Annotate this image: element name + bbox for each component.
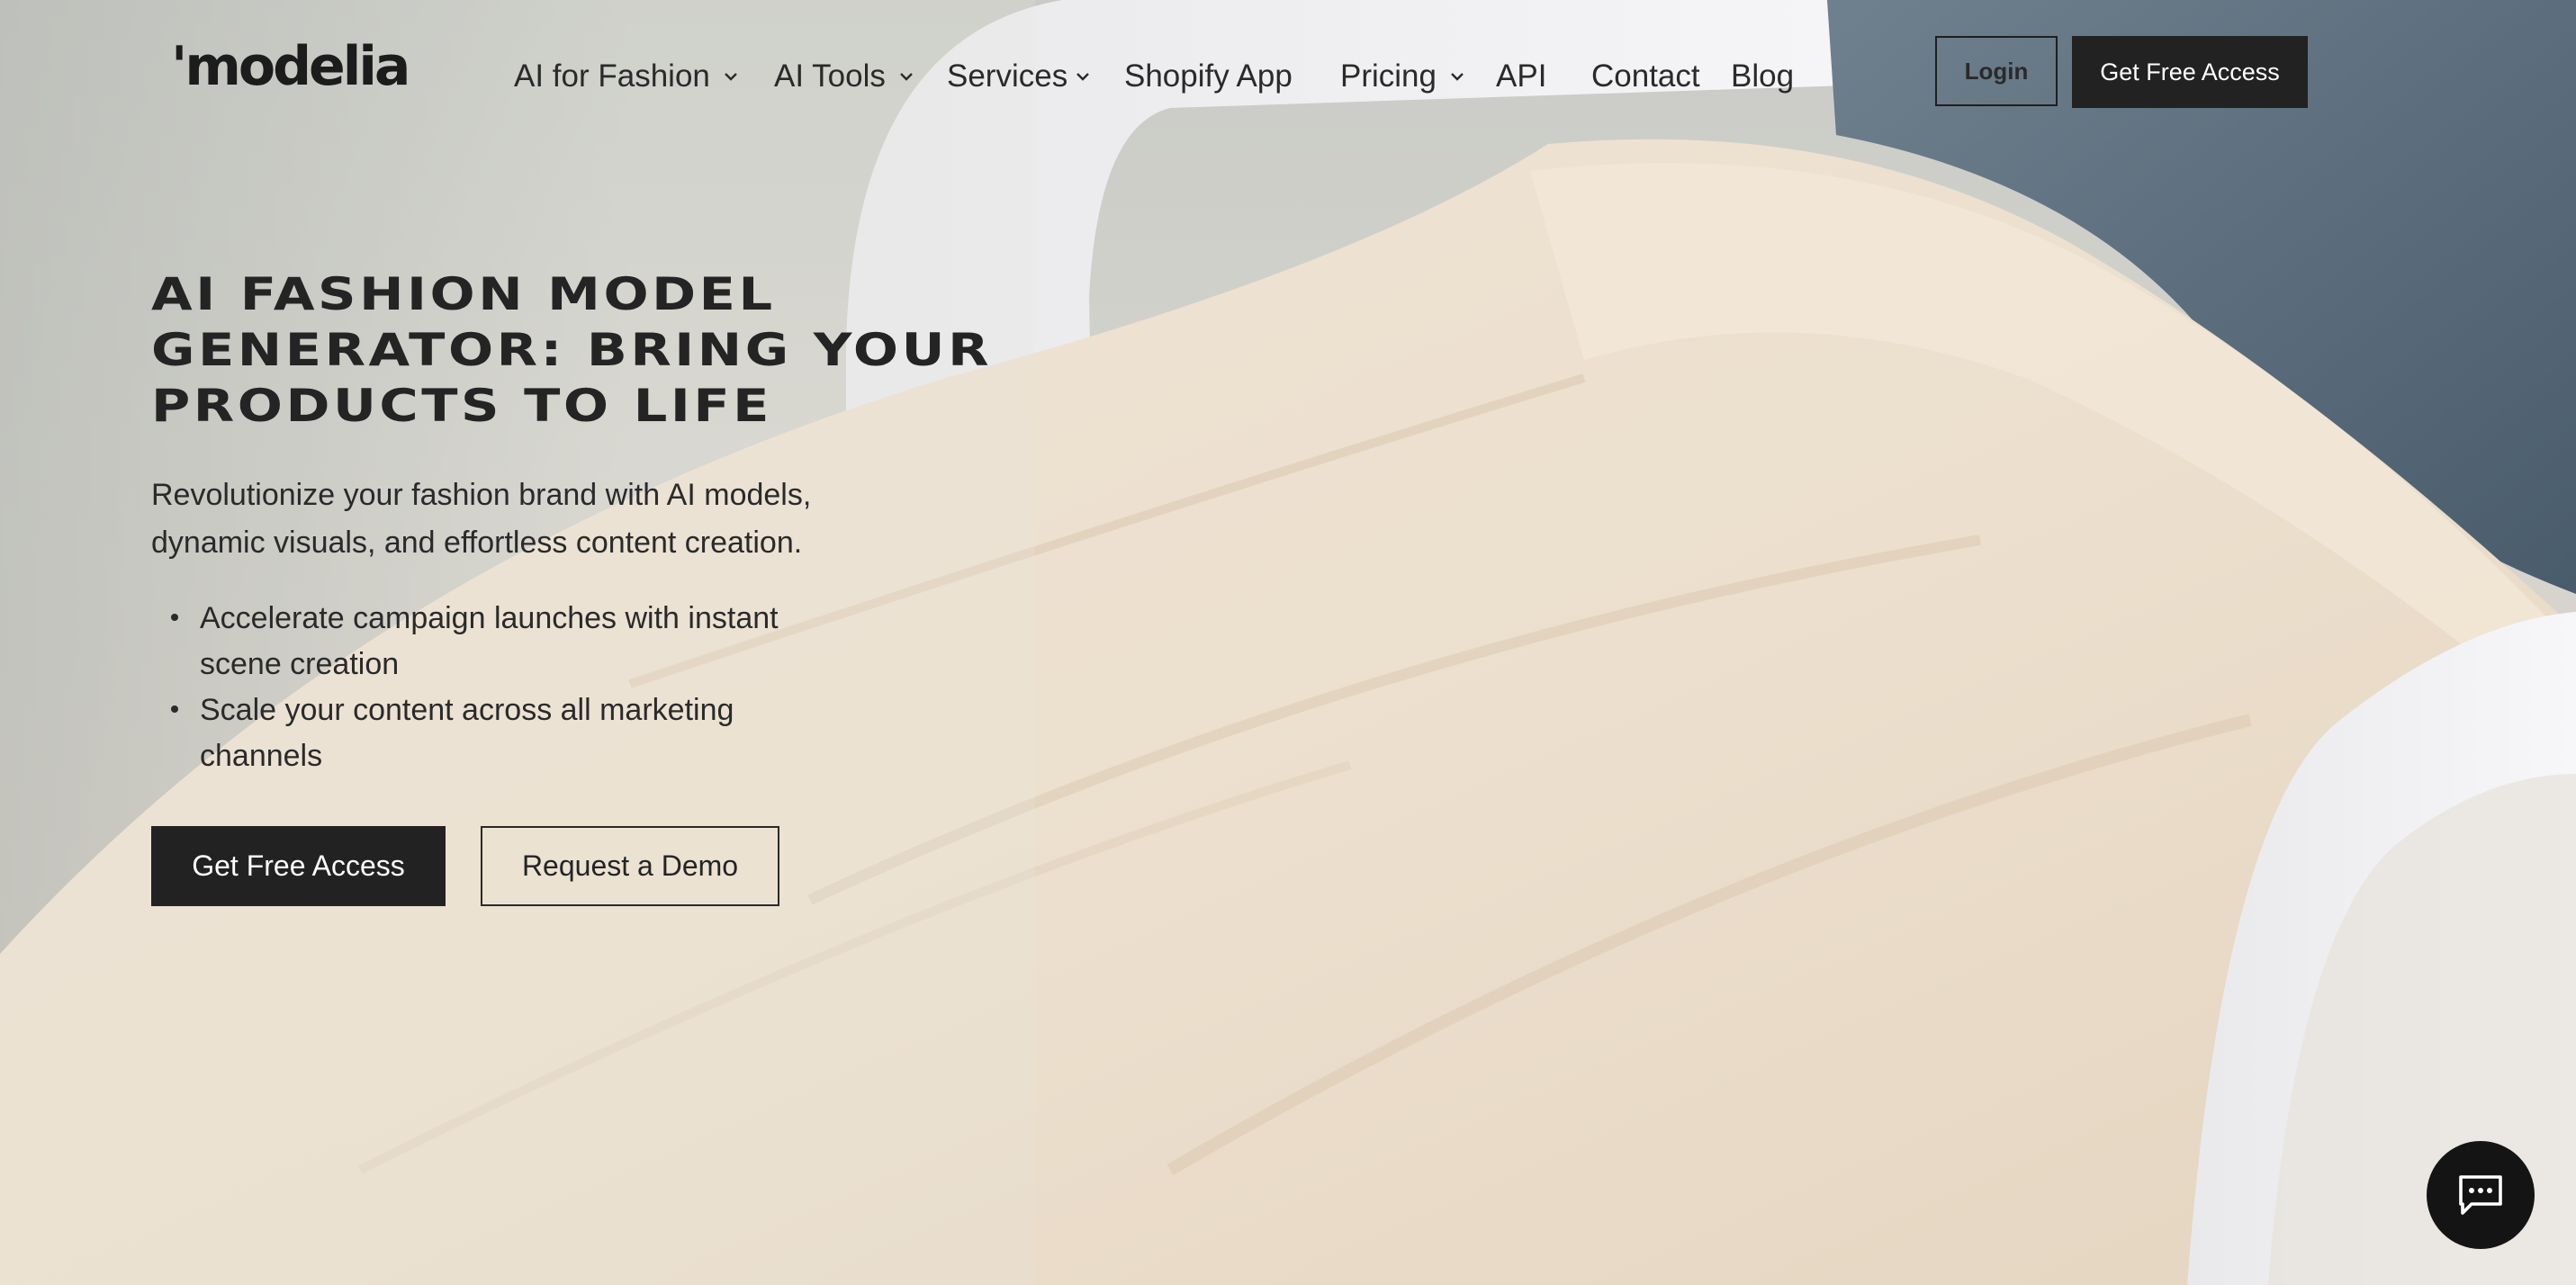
request-demo-button[interactable]: Request a Demo	[481, 826, 779, 906]
hero-title-line: AI FASHION MODEL	[151, 268, 776, 320]
nav-label: AI Tools	[774, 58, 886, 94]
hero-subtitle: Revolutionize your fashion brand with AI…	[151, 472, 907, 567]
modelia-logo[interactable]: 'modelia	[171, 34, 410, 99]
hero-title-line: GENERATOR: BRING YOUR	[151, 324, 993, 376]
nav-api[interactable]: API	[1496, 52, 1546, 101]
nav-label: Services	[947, 58, 1068, 94]
hero-bullet-list: Accelerate campaign launches with instan…	[151, 596, 889, 779]
chat-launcher-button[interactable]	[2427, 1141, 2535, 1249]
bullet-dot-icon	[171, 705, 178, 713]
hero-title: AI FASHION MODEL GENERATOR: BRING YOUR P…	[151, 266, 1085, 434]
header-get-free-access-button[interactable]: Get Free Access	[2072, 36, 2308, 108]
nav-contact[interactable]: Contact	[1591, 52, 1700, 101]
nav-services[interactable]: Services	[947, 52, 1091, 101]
nav-shopify-app[interactable]: Shopify App	[1124, 52, 1293, 101]
nav-ai-for-fashion[interactable]: AI for Fashion	[514, 52, 739, 101]
nav-pricing[interactable]: Pricing	[1340, 52, 1465, 101]
bullet-line: Accelerate campaign launches with instan…	[200, 601, 779, 635]
hero-get-free-access-button[interactable]: Get Free Access	[151, 826, 446, 906]
chevron-down-icon	[1451, 73, 1464, 81]
nav-blog[interactable]: Blog	[1731, 52, 1794, 101]
nav-label: Contact	[1591, 58, 1700, 94]
chevron-down-icon	[900, 73, 913, 81]
site-header: 'modelia AI for Fashion AI Tools Service…	[0, 0, 2576, 153]
nav-label: Pricing	[1340, 58, 1437, 94]
nav-label: Blog	[1731, 58, 1795, 94]
chevron-down-icon	[725, 73, 737, 81]
bullet-line: channels	[200, 739, 323, 773]
nav-ai-tools[interactable]: AI Tools	[774, 52, 914, 101]
hero-subtitle-line: dynamic visuals, and effortless content …	[151, 526, 803, 560]
hero-subtitle-line: Revolutionize your fashion brand with AI…	[151, 478, 812, 512]
bullet-dot-icon	[171, 614, 178, 621]
nav-label: API	[1496, 58, 1547, 94]
chat-bubble-icon	[2459, 1175, 2502, 1215]
landing-page: 'modelia AI for Fashion AI Tools Service…	[0, 0, 2576, 1285]
list-item: Accelerate campaign launches with instan…	[151, 596, 889, 687]
chevron-down-icon	[1076, 73, 1090, 81]
nav-label: AI for Fashion	[514, 58, 710, 94]
bullet-line: scene creation	[200, 647, 400, 681]
bullet-line: Scale your content across all marketing	[200, 693, 734, 727]
nav-label: Shopify App	[1124, 58, 1293, 94]
list-item: Scale your content across all marketing …	[151, 687, 889, 779]
login-button[interactable]: Login	[1935, 36, 2058, 106]
hero-title-line: PRODUCTS TO LIFE	[151, 380, 773, 432]
